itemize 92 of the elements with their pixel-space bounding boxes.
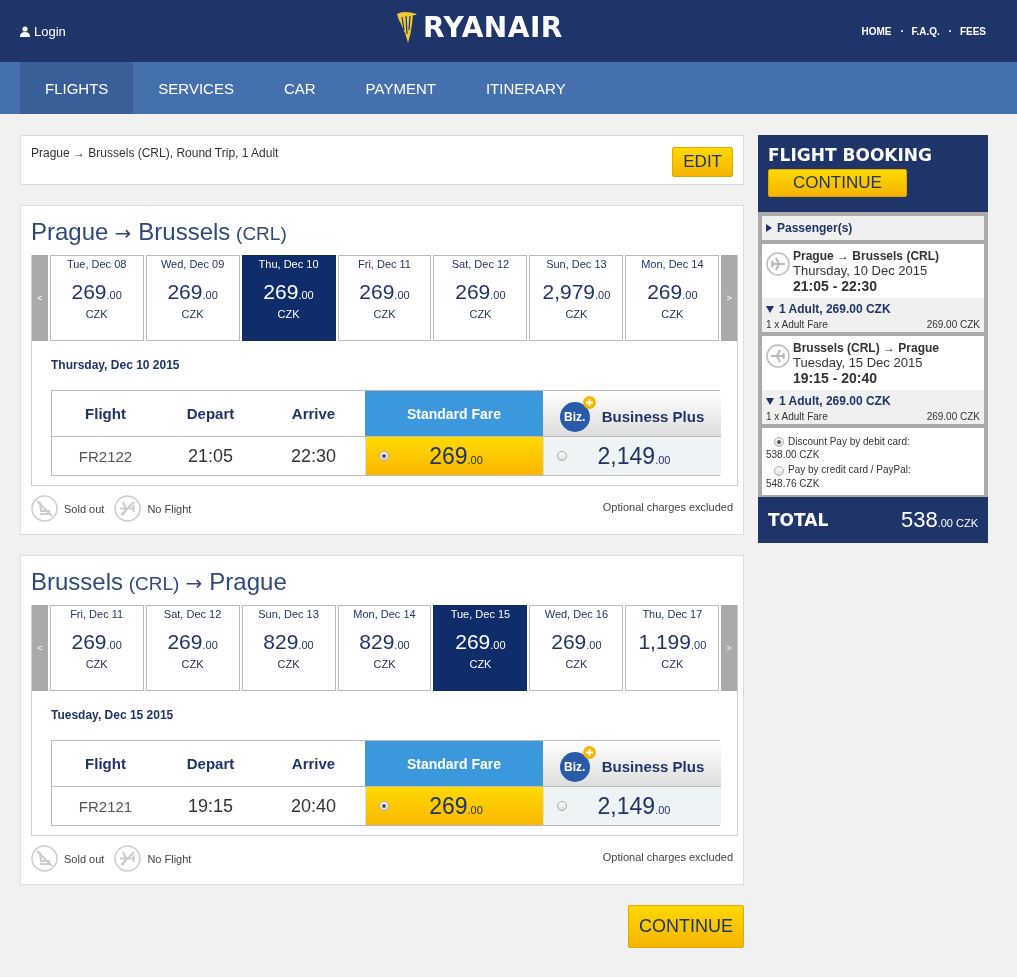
radio-icon (379, 801, 389, 811)
date-option[interactable]: Sat, Dec 12 269.00 CZK (433, 255, 528, 341)
sold-out-seat-icon (31, 495, 58, 522)
date-option[interactable]: Thu, Dec 17 1,199.00 CZK (625, 605, 720, 691)
payment-amount: 538.00 CZK (766, 449, 821, 461)
journey-title: Brussels (CRL) → Prague (31, 568, 288, 596)
date-option[interactable]: Sun, Dec 13 2,979.00 CZK (529, 255, 624, 341)
standard-fare-option[interactable]: 269.00 (365, 787, 543, 825)
header-link[interactable]: HOME (861, 25, 892, 37)
flight-number: FR2121 (77, 796, 134, 817)
segment-route: Brussels (CRL) → Prague (793, 341, 940, 355)
selected-date: Tuesday, Dec 15 2015 (51, 708, 175, 722)
continue-button[interactable]: CONTINUE (768, 169, 907, 197)
radio-icon (557, 451, 567, 461)
legend-label: Sold out (64, 502, 105, 515)
segment-date: Thursday, 10 Dec 2015 (793, 263, 929, 278)
business-plus-label: Business Plus (601, 408, 705, 425)
date-option[interactable]: Thu, Dec 10 269.00 CZK (241, 255, 336, 341)
date-option[interactable]: Wed, Dec 16 269.00 CZK (529, 605, 624, 691)
business-fare-option[interactable]: 2,149.00 (543, 437, 721, 475)
column-header: Depart (159, 741, 262, 787)
date-option[interactable]: Mon, Dec 14 269.00 CZK (625, 255, 720, 341)
depart-time: 21:05 (186, 444, 234, 468)
payment-option[interactable]: Discount Pay by debit card: 538.00 CZK (766, 436, 980, 461)
standard-fare-header: Standard Fare (365, 741, 543, 787)
column-header: Depart (159, 391, 262, 437)
depart-time: 19:15 (186, 794, 234, 818)
charges-note: Optional charges excluded (602, 500, 733, 513)
fare-summary-toggle[interactable]: 1 Adult, 269.00 CZK (766, 302, 980, 316)
fare-amount: 269.00 CZK (926, 319, 980, 330)
nav-tab[interactable]: CAR (258, 62, 341, 114)
fare-label: 1 x Adult Fare (766, 411, 828, 422)
header-link[interactable]: FEES (959, 25, 986, 37)
charges-note: Optional charges excluded (602, 850, 733, 863)
segment-date: Tuesday, 15 Dec 2015 (793, 355, 924, 370)
payment-option[interactable]: Pay by credit card / PayPal: 548.76 CZK (766, 464, 980, 489)
segment-times: 21:05 - 22:30 (793, 278, 879, 294)
fare-amount: 269.00 CZK (926, 411, 980, 422)
journey-title: Prague → Brussels (CRL) (31, 218, 288, 246)
radio-icon (379, 451, 389, 461)
date-option[interactable]: Wed, Dec 09 269.00 CZK (145, 255, 240, 341)
legend-label: No Flight (147, 852, 192, 865)
business-plus-label: Business Plus (601, 758, 705, 775)
nav-tab[interactable]: FLIGHTS (20, 62, 134, 114)
segment-route: Prague → Brussels (CRL) (793, 249, 940, 263)
login-link[interactable]: Login (20, 23, 66, 39)
logo-wordmark: RYANAIR (423, 10, 563, 44)
date-option[interactable]: Fri, Dec 11 269.00 CZK (337, 255, 432, 341)
segment-times: 19:15 - 20:40 (793, 370, 879, 386)
search-summary: Prague → Brussels (CRL), Round Trip, 1 Adult (31, 146, 279, 160)
total-amount: 538.00 CZK (900, 506, 978, 533)
passengers-toggle[interactable]: Passenger(s) (762, 216, 984, 240)
nav-tab[interactable]: ITINERARY (460, 62, 591, 114)
fare-label: 1 x Adult Fare (766, 319, 828, 330)
arrive-time: 20:40 (289, 794, 337, 818)
nav-tab[interactable]: PAYMENT (340, 62, 461, 114)
date-option[interactable]: Tue, Dec 08 269.00 CZK (49, 255, 144, 341)
standard-fare-option[interactable]: 269.00 (365, 437, 543, 475)
nav-tab[interactable]: SERVICES (133, 62, 259, 114)
header-link[interactable]: F.A.Q. (911, 25, 940, 37)
date-option[interactable]: Fri, Dec 11 269.00 CZK (49, 605, 144, 691)
crossed-plane-icon (114, 495, 142, 522)
harp-icon (395, 10, 419, 44)
date-option[interactable]: Mon, Dec 14 829.00 CZK (337, 605, 432, 691)
radio-icon (557, 801, 567, 811)
payment-label: Pay by credit card / PayPal: (788, 464, 911, 476)
column-header: Flight (52, 741, 159, 787)
selected-date: Thursday, Dec 10 2015 (51, 358, 181, 372)
legend-label: No Flight (147, 502, 192, 515)
payment-amount: 548.76 CZK (766, 477, 821, 489)
biz-logo: Biz. (559, 395, 596, 432)
fare-summary-toggle[interactable]: 1 Adult, 269.00 CZK (766, 394, 980, 408)
total-label: TOTAL (768, 509, 829, 530)
sold-out-seat-icon (31, 845, 58, 872)
plane-icon (766, 344, 790, 368)
column-header: Flight (52, 391, 159, 437)
business-fare-option[interactable]: 2,149.00 (543, 787, 721, 825)
date-option[interactable]: Sun, Dec 13 829.00 CZK (241, 605, 336, 691)
arrive-time: 22:30 (289, 444, 337, 468)
crossed-plane-icon (114, 845, 142, 872)
user-icon (20, 25, 30, 37)
booking-title: FLIGHT BOOKING (768, 145, 933, 165)
payment-label: Discount Pay by debit card: (788, 436, 910, 447)
continue-button[interactable]: CONTINUE (628, 905, 744, 948)
standard-fare-header: Standard Fare (365, 391, 543, 437)
edit-button[interactable]: EDIT (672, 147, 733, 177)
plane-icon (766, 252, 790, 276)
flight-number: FR2122 (77, 446, 134, 467)
legend-label: Sold out (64, 852, 105, 865)
biz-logo: Biz. (559, 745, 596, 782)
date-option[interactable]: Sat, Dec 12 269.00 CZK (145, 605, 240, 691)
date-option[interactable]: Tue, Dec 15 269.00 CZK (433, 605, 528, 691)
